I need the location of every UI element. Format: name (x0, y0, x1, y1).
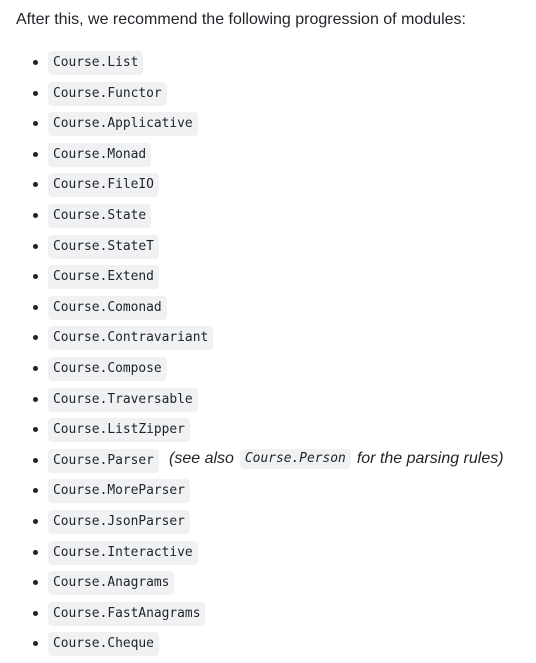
module-code: Course.Interactive (48, 540, 198, 565)
bullet-icon (33, 580, 38, 586)
module-code: Course.MoreParser (48, 479, 190, 504)
module-code: Course.Contravariant (48, 326, 214, 351)
module-code: Course.State (48, 203, 152, 228)
parser-note-before: (see also (169, 449, 234, 467)
module-code: Course.Cheque (48, 632, 159, 657)
module-code: Course.Monad (48, 142, 152, 167)
module-code: Course.ListZipper (48, 418, 190, 443)
bullet-icon (33, 549, 38, 555)
module-code: Course.Traversable (48, 387, 198, 412)
bullet-icon (33, 274, 38, 280)
module-code: Course.Anagrams (48, 571, 175, 596)
module-code: Course.Comonad (48, 295, 167, 320)
parser-note-code: Course.Person (239, 448, 351, 469)
bullet-icon (33, 641, 38, 647)
bullet-icon (33, 304, 38, 310)
bullet-icon (33, 60, 38, 65)
bullet-icon (33, 488, 38, 494)
module-code: Course.Compose (48, 356, 167, 381)
module-code: Course.Applicative (48, 112, 198, 137)
bullet-icon (33, 121, 38, 127)
bullet-icon (33, 243, 38, 249)
parser-note: (see also Course.Person for the parsing ru… (169, 448, 504, 470)
bullet-icon (33, 457, 38, 463)
module-code: Course.StateT (48, 234, 159, 259)
bullet-icon (33, 182, 38, 188)
module-code: Course.JsonParser (48, 509, 190, 534)
bullet-icon (33, 365, 38, 371)
module-code: Course.Functor (48, 81, 167, 106)
module-code: Course.Parser (48, 448, 159, 473)
bullet-icon (33, 396, 38, 402)
bullet-icon (33, 518, 38, 524)
bullet-icon (33, 610, 38, 616)
bullet-icon (33, 151, 38, 157)
parser-note-after: for the parsing rules) (356, 449, 504, 467)
module-code: Course.List (48, 51, 144, 75)
module-code: Course.FileIO (48, 173, 159, 198)
bullet-icon (33, 335, 38, 341)
bullet-icon (33, 90, 38, 96)
module-code: Course.Extend (48, 265, 159, 290)
module-code: Course.FastAnagrams (48, 601, 206, 626)
intro-paragraph: After this, we recommend the following p… (16, 11, 466, 28)
bullet-icon (33, 212, 38, 218)
bullet-icon (33, 427, 38, 433)
